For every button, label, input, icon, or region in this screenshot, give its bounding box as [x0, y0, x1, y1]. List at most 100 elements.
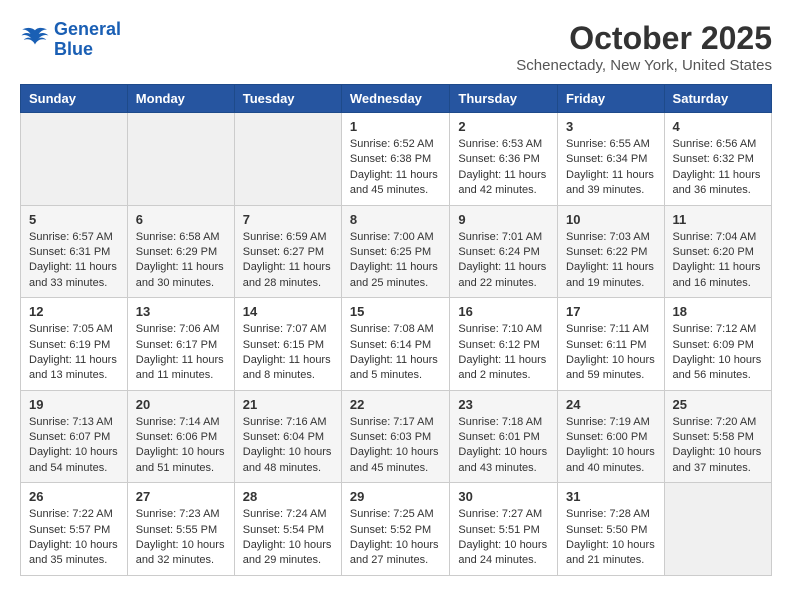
- cell-content: Sunrise: 6:55 AM Sunset: 6:34 PM Dayligh…: [566, 137, 656, 199]
- calendar-cell: 26 Sunrise: 7:22 AM Sunset: 5:57 PM Dayli…: [21, 483, 128, 576]
- page-header: General Blue October 2025 Schenectady, N…: [20, 20, 772, 74]
- calendar-cell: 28Sunrise: 7:24 AM Sunset: 5:54 PM Dayli…: [234, 483, 341, 576]
- day-number: 1: [350, 119, 442, 134]
- day-number: 23: [458, 397, 549, 412]
- cell-content: Sunrise: 7:04 AM Sunset: 6:20 PM Dayligh…: [673, 230, 763, 292]
- calendar-header-row: SundayMondayTuesdayWednesdayThursdayFrid…: [21, 85, 772, 113]
- cell-content: Sunrise: 7:07 AM Sunset: 6:15 PM Dayligh…: [243, 322, 333, 384]
- cell-content: Sunrise: 7:24 AM Sunset: 5:54 PM Dayligh…: [243, 507, 333, 569]
- cell-content: Sunrise: 7:13 AM Sunset: 6:07 PM Dayligh…: [29, 415, 119, 477]
- cell-content: Sunrise: 7:06 AM Sunset: 6:17 PM Dayligh…: [136, 322, 226, 384]
- cell-content: Sunrise: 7:01 AM Sunset: 6:24 PM Dayligh…: [458, 230, 549, 292]
- day-number: 2: [458, 119, 549, 134]
- calendar-cell: 29Sunrise: 7:25 AM Sunset: 5:52 PM Dayli…: [341, 483, 450, 576]
- calendar-cell: [664, 483, 771, 576]
- calendar-cell: [21, 113, 128, 206]
- day-number: 4: [673, 119, 763, 134]
- cell-content: Sunrise: 7:28 AM Sunset: 5:50 PM Dayligh…: [566, 507, 656, 569]
- calendar-cell: 2 Sunrise: 6:53 AM Sunset: 6:36 PM Daylig…: [450, 113, 558, 206]
- day-header-wednesday: Wednesday: [341, 85, 450, 113]
- day-header-monday: Monday: [127, 85, 234, 113]
- title-block: October 2025 Schenectady, New York, Unit…: [516, 20, 772, 74]
- day-number: 15: [350, 304, 442, 319]
- calendar-cell: 3 Sunrise: 6:55 AM Sunset: 6:34 PM Daylig…: [558, 113, 665, 206]
- cell-content: Sunrise: 6:53 AM Sunset: 6:36 PM Dayligh…: [458, 137, 549, 199]
- calendar-week-row: 12Sunrise: 7:05 AM Sunset: 6:19 PM Dayli…: [21, 298, 772, 391]
- day-number: 26: [29, 489, 119, 504]
- day-header-tuesday: Tuesday: [234, 85, 341, 113]
- calendar-week-row: 26 Sunrise: 7:22 AM Sunset: 5:57 PM Dayli…: [21, 483, 772, 576]
- cell-content: Sunrise: 6:58 AM Sunset: 6:29 PM Dayligh…: [136, 230, 226, 292]
- calendar-cell: 6 Sunrise: 6:58 AM Sunset: 6:29 PM Daylig…: [127, 205, 234, 298]
- day-number: 14: [243, 304, 333, 319]
- day-number: 18: [673, 304, 763, 319]
- cell-content: Sunrise: 7:08 AM Sunset: 6:14 PM Dayligh…: [350, 322, 442, 384]
- cell-content: Sunrise: 6:59 AM Sunset: 6:27 PM Dayligh…: [243, 230, 333, 292]
- calendar-cell: 27 Sunrise: 7:23 AM Sunset: 5:55 PM Dayli…: [127, 483, 234, 576]
- day-number: 30: [458, 489, 549, 504]
- calendar-cell: 16 Sunrise: 7:10 AM Sunset: 6:12 PM Dayli…: [450, 298, 558, 391]
- calendar-cell: 18 Sunrise: 7:12 AM Sunset: 6:09 PM Dayli…: [664, 298, 771, 391]
- calendar-cell: 14 Sunrise: 7:07 AM Sunset: 6:15 PM Dayli…: [234, 298, 341, 391]
- calendar-cell: 22 Sunrise: 7:17 AM Sunset: 6:03 PM Dayli…: [341, 390, 450, 483]
- day-number: 13: [136, 304, 226, 319]
- calendar-cell: 7 Sunrise: 6:59 AM Sunset: 6:27 PM Daylig…: [234, 205, 341, 298]
- day-number: 10: [566, 212, 656, 227]
- cell-content: Sunrise: 7:22 AM Sunset: 5:57 PM Dayligh…: [29, 507, 119, 569]
- day-number: 11: [673, 212, 763, 227]
- day-number: 19: [29, 397, 119, 412]
- calendar-cell: 11 Sunrise: 7:04 AM Sunset: 6:20 PM Dayli…: [664, 205, 771, 298]
- day-number: 9: [458, 212, 549, 227]
- day-header-thursday: Thursday: [450, 85, 558, 113]
- calendar-cell: 23Sunrise: 7:18 AM Sunset: 6:01 PM Dayli…: [450, 390, 558, 483]
- cell-content: Sunrise: 7:16 AM Sunset: 6:04 PM Dayligh…: [243, 415, 333, 477]
- cell-content: Sunrise: 7:05 AM Sunset: 6:19 PM Dayligh…: [29, 322, 119, 384]
- calendar-cell: 1Sunrise: 6:52 AM Sunset: 6:38 PM Daylig…: [341, 113, 450, 206]
- calendar-cell: 31 Sunrise: 7:28 AM Sunset: 5:50 PM Dayli…: [558, 483, 665, 576]
- day-number: 3: [566, 119, 656, 134]
- logo-bird-icon: [20, 26, 50, 54]
- day-number: 27: [136, 489, 226, 504]
- cell-content: Sunrise: 7:00 AM Sunset: 6:25 PM Dayligh…: [350, 230, 442, 292]
- day-number: 16: [458, 304, 549, 319]
- cell-content: Sunrise: 7:25 AM Sunset: 5:52 PM Dayligh…: [350, 507, 442, 569]
- day-number: 7: [243, 212, 333, 227]
- calendar-cell: 12Sunrise: 7:05 AM Sunset: 6:19 PM Dayli…: [21, 298, 128, 391]
- calendar-cell: 19 Sunrise: 7:13 AM Sunset: 6:07 PM Dayli…: [21, 390, 128, 483]
- day-number: 8: [350, 212, 442, 227]
- day-header-sunday: Sunday: [21, 85, 128, 113]
- day-number: 22: [350, 397, 442, 412]
- calendar-cell: 10 Sunrise: 7:03 AM Sunset: 6:22 PM Dayli…: [558, 205, 665, 298]
- calendar-cell: 17 Sunrise: 7:11 AM Sunset: 6:11 PM Dayli…: [558, 298, 665, 391]
- cell-content: Sunrise: 7:03 AM Sunset: 6:22 PM Dayligh…: [566, 230, 656, 292]
- cell-content: Sunrise: 7:20 AM Sunset: 5:58 PM Dayligh…: [673, 415, 763, 477]
- day-number: 17: [566, 304, 656, 319]
- day-number: 20: [136, 397, 226, 412]
- cell-content: Sunrise: 7:10 AM Sunset: 6:12 PM Dayligh…: [458, 322, 549, 384]
- calendar-cell: 24 Sunrise: 7:19 AM Sunset: 6:00 PM Dayli…: [558, 390, 665, 483]
- cell-content: Sunrise: 7:14 AM Sunset: 6:06 PM Dayligh…: [136, 415, 226, 477]
- calendar-week-row: 1Sunrise: 6:52 AM Sunset: 6:38 PM Daylig…: [21, 113, 772, 206]
- calendar-cell: 21Sunrise: 7:16 AM Sunset: 6:04 PM Dayli…: [234, 390, 341, 483]
- day-number: 24: [566, 397, 656, 412]
- day-number: 31: [566, 489, 656, 504]
- logo-text: General Blue: [54, 20, 121, 60]
- cell-content: Sunrise: 6:56 AM Sunset: 6:32 PM Dayligh…: [673, 137, 763, 199]
- location: Schenectady, New York, United States: [516, 57, 772, 74]
- calendar-cell: 9 Sunrise: 7:01 AM Sunset: 6:24 PM Daylig…: [450, 205, 558, 298]
- cell-content: Sunrise: 7:19 AM Sunset: 6:00 PM Dayligh…: [566, 415, 656, 477]
- calendar-cell: 25Sunrise: 7:20 AM Sunset: 5:58 PM Dayli…: [664, 390, 771, 483]
- day-header-saturday: Saturday: [664, 85, 771, 113]
- cell-content: Sunrise: 7:11 AM Sunset: 6:11 PM Dayligh…: [566, 322, 656, 384]
- cell-content: Sunrise: 7:27 AM Sunset: 5:51 PM Dayligh…: [458, 507, 549, 569]
- day-header-friday: Friday: [558, 85, 665, 113]
- cell-content: Sunrise: 7:17 AM Sunset: 6:03 PM Dayligh…: [350, 415, 442, 477]
- day-number: 5: [29, 212, 119, 227]
- cell-content: Sunrise: 7:23 AM Sunset: 5:55 PM Dayligh…: [136, 507, 226, 569]
- cell-content: Sunrise: 7:12 AM Sunset: 6:09 PM Dayligh…: [673, 322, 763, 384]
- calendar-cell: 30 Sunrise: 7:27 AM Sunset: 5:51 PM Dayli…: [450, 483, 558, 576]
- month-title: October 2025: [516, 20, 772, 57]
- logo: General Blue: [20, 20, 121, 60]
- day-number: 6: [136, 212, 226, 227]
- calendar-week-row: 5Sunrise: 6:57 AM Sunset: 6:31 PM Daylig…: [21, 205, 772, 298]
